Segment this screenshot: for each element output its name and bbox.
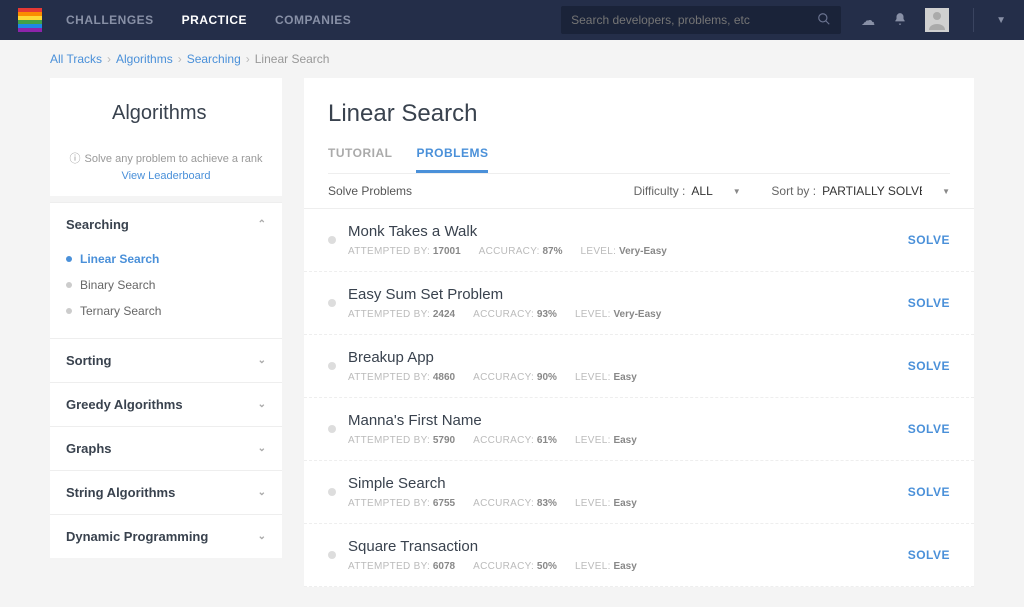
- sidebar-item-binary-search[interactable]: Binary Search: [66, 272, 266, 298]
- avatar[interactable]: [925, 8, 949, 32]
- sort-label: Sort by :: [771, 184, 816, 198]
- sidebar-section-greedy-algorithms[interactable]: Greedy Algorithms⌄: [50, 383, 282, 426]
- chevron-down-icon: ⌄: [258, 399, 266, 410]
- view-leaderboard-link[interactable]: View Leaderboard: [66, 170, 266, 182]
- problem-meta: ATTEMPTED BY: 5790ACCURACY: 61%LEVEL: Ea…: [348, 435, 908, 446]
- solve-button[interactable]: SOLVE: [908, 485, 950, 499]
- chevron-down-icon: ⌄: [258, 443, 266, 454]
- page-title: Linear Search: [328, 100, 950, 128]
- search-input[interactable]: [571, 13, 817, 27]
- status-dot: [328, 488, 336, 496]
- problem-meta: ATTEMPTED BY: 2424ACCURACY: 93%LEVEL: Ve…: [348, 309, 908, 320]
- nav-link-companies[interactable]: COMPANIES: [275, 13, 351, 27]
- solve-button[interactable]: SOLVE: [908, 548, 950, 562]
- sidebar-section-sorting[interactable]: Sorting⌄: [50, 339, 282, 382]
- user-menu-caret[interactable]: ▼: [996, 15, 1006, 26]
- problem-title: Simple Search: [348, 475, 908, 492]
- problem-row[interactable]: Easy Sum Set Problem ATTEMPTED BY: 2424AC…: [304, 272, 974, 335]
- cloud-icon[interactable]: ☁: [861, 12, 875, 29]
- nav-link-practice[interactable]: PRACTICE: [182, 13, 247, 27]
- problem-row[interactable]: Simple Search ATTEMPTED BY: 6755ACCURACY:…: [304, 461, 974, 524]
- breadcrumb: All Tracks › Algorithms › Searching › Linear S…: [0, 40, 1024, 78]
- difficulty-label: Difficulty :: [634, 184, 686, 198]
- chevron-down-icon: ▼: [942, 187, 950, 196]
- problem-title: Manna's First Name: [348, 412, 908, 429]
- sort-dropdown[interactable]: PARTIALLY SOLVED▼: [822, 184, 950, 198]
- nav-link-challenges[interactable]: CHALLENGES: [66, 13, 154, 27]
- top-nav: CHALLENGES PRACTICE COMPANIES ☁ ▼: [0, 0, 1024, 40]
- chevron-down-icon: ▼: [733, 187, 741, 196]
- problem-row[interactable]: Square Transaction ATTEMPTED BY: 6078ACCU…: [304, 524, 974, 587]
- sidebar-nav: Searching⌃Linear SearchBinary SearchTern…: [50, 202, 282, 558]
- sidebar-item-linear-search[interactable]: Linear Search: [66, 246, 266, 272]
- rank-hint: ⓘSolve any problem to achieve a rank: [66, 150, 266, 166]
- problem-row[interactable]: Monk Takes a Walk ATTEMPTED BY: 17001ACCU…: [304, 209, 974, 272]
- problem-meta: ATTEMPTED BY: 6755ACCURACY: 83%LEVEL: Ea…: [348, 498, 908, 509]
- solve-button[interactable]: SOLVE: [908, 359, 950, 373]
- problem-row[interactable]: Manna's First Name ATTEMPTED BY: 5790ACCU…: [304, 398, 974, 461]
- status-dot: [328, 236, 336, 244]
- problem-title: Square Transaction: [348, 538, 908, 555]
- problem-title: Easy Sum Set Problem: [348, 286, 908, 303]
- chevron-down-icon: ⌄: [258, 355, 266, 366]
- info-icon: ⓘ: [70, 153, 81, 165]
- difficulty-dropdown[interactable]: ALL▼: [691, 184, 741, 198]
- divider: [973, 8, 974, 32]
- sidebar-card: Algorithms ⓘSolve any problem to achieve…: [50, 78, 282, 196]
- main-panel: Linear Search TUTORIAL PROBLEMS Solve Pro…: [304, 78, 974, 587]
- sidebar-item-ternary-search[interactable]: Ternary Search: [66, 298, 266, 324]
- problem-title: Breakup App: [348, 349, 908, 366]
- breadcrumb-link[interactable]: Algorithms: [116, 52, 173, 66]
- status-dot: [328, 425, 336, 433]
- solve-button[interactable]: SOLVE: [908, 422, 950, 436]
- status-dot: [328, 551, 336, 559]
- nav-links: CHALLENGES PRACTICE COMPANIES: [66, 13, 351, 27]
- breadcrumb-sep: ›: [107, 52, 111, 66]
- chevron-down-icon: ⌄: [258, 531, 266, 542]
- tab-tutorial[interactable]: TUTORIAL: [328, 146, 392, 173]
- problem-title: Monk Takes a Walk: [348, 223, 908, 240]
- status-dot: [328, 299, 336, 307]
- chevron-down-icon: ⌄: [258, 487, 266, 498]
- search-icon[interactable]: [817, 12, 831, 29]
- problem-meta: ATTEMPTED BY: 4860ACCURACY: 90%LEVEL: Ea…: [348, 372, 908, 383]
- filter-row: Solve Problems Difficulty : ALL▼ Sort by…: [304, 174, 974, 209]
- chevron-up-icon: ⌃: [258, 219, 266, 230]
- status-dot: [328, 362, 336, 370]
- algorithms-icon: [66, 96, 100, 130]
- sidebar-title: Algorithms: [112, 102, 206, 125]
- breadcrumb-link[interactable]: All Tracks: [50, 52, 102, 66]
- sidebar-section-graphs[interactable]: Graphs⌄: [50, 427, 282, 470]
- tab-problems[interactable]: PROBLEMS: [416, 146, 488, 173]
- solve-button[interactable]: SOLVE: [908, 233, 950, 247]
- search-wrap: [561, 6, 841, 34]
- breadcrumb-link[interactable]: Searching: [187, 52, 241, 66]
- breadcrumb-current: Linear Search: [255, 52, 330, 66]
- solve-problems-label: Solve Problems: [328, 184, 412, 198]
- bell-icon[interactable]: [893, 12, 907, 29]
- problem-row[interactable]: Breakup App ATTEMPTED BY: 4860ACCURACY: 9…: [304, 335, 974, 398]
- sidebar-section-dynamic-programming[interactable]: Dynamic Programming⌄: [50, 515, 282, 558]
- tabs: TUTORIAL PROBLEMS: [328, 146, 950, 174]
- logo[interactable]: [18, 8, 42, 32]
- sidebar-section-string-algorithms[interactable]: String Algorithms⌄: [50, 471, 282, 514]
- problem-meta: ATTEMPTED BY: 17001ACCURACY: 87%LEVEL: V…: [348, 246, 908, 257]
- solve-button[interactable]: SOLVE: [908, 296, 950, 310]
- sidebar-section-searching[interactable]: Searching⌃: [50, 203, 282, 246]
- problem-meta: ATTEMPTED BY: 6078ACCURACY: 50%LEVEL: Ea…: [348, 561, 908, 572]
- breadcrumb-sep: ›: [246, 52, 250, 66]
- breadcrumb-sep: ›: [178, 52, 182, 66]
